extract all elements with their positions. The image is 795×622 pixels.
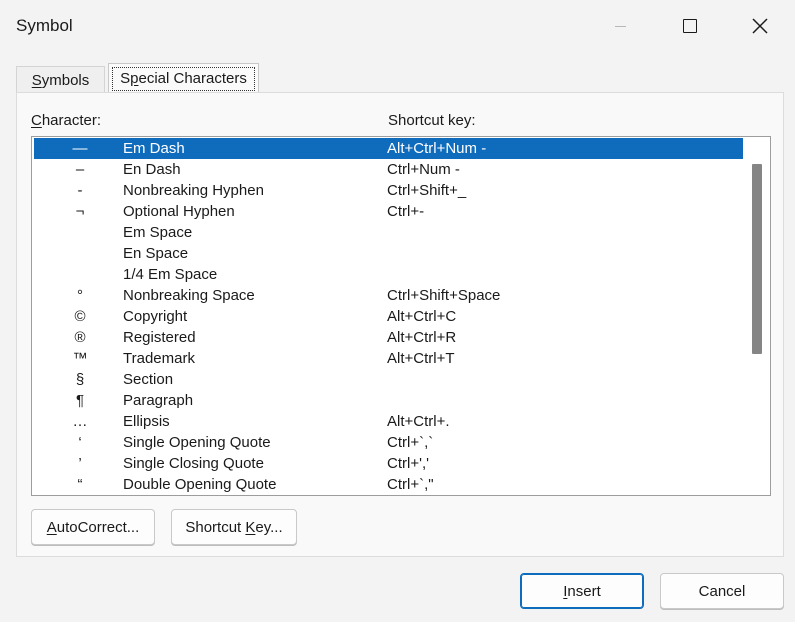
character-glyph: ¶ <box>75 392 85 409</box>
insert-button[interactable]: Insert <box>520 573 644 609</box>
minimize-icon <box>614 25 626 27</box>
shortcut-key: Ctrl+`,` <box>387 434 434 451</box>
shortcut-key: Alt+Ctrl+T <box>387 350 455 367</box>
window-title: Symbol <box>16 16 73 35</box>
shortcut-key-header: Shortcut key: <box>388 112 476 129</box>
character-glyph: ® <box>74 329 86 346</box>
character-name: Em Dash <box>123 140 185 157</box>
character-glyph: ‘ <box>78 434 82 451</box>
minimize-button[interactable] <box>585 0 655 52</box>
character-glyph: … <box>72 413 88 430</box>
title-bar: Symbol <box>0 0 795 52</box>
character-name: Nonbreaking Space <box>123 287 255 304</box>
character-name: Single Closing Quote <box>123 455 264 472</box>
character-header: Character: <box>31 112 102 129</box>
shortcut-key-button[interactable]: Shortcut Key... <box>171 509 297 545</box>
scrollbar-thumb[interactable] <box>752 164 762 354</box>
character-glyph: ¬ <box>75 203 85 220</box>
character-glyph: ™ <box>72 350 88 367</box>
shortcut-key: Ctrl+Shift+Space <box>387 287 501 304</box>
shortcut-key: Alt+Ctrl+Num - <box>387 140 487 157</box>
list-item[interactable]: § Section <box>34 369 743 390</box>
list-item[interactable]: Em Space <box>34 222 743 243</box>
character-name: Section <box>123 371 174 388</box>
maximize-icon <box>683 19 697 33</box>
insert-label: Insert <box>563 582 601 600</box>
character-name: Registered <box>123 329 196 346</box>
character-glyph: – <box>75 161 85 178</box>
tab-special-characters[interactable]: Special Characters <box>108 63 259 93</box>
list-item[interactable]: En Space <box>34 243 743 264</box>
shortcut-key: Alt+Ctrl+C <box>387 308 457 325</box>
character-name: En Dash <box>123 161 181 178</box>
character-glyph: ‑ <box>77 182 83 199</box>
shortcut-key-label: Shortcut Key... <box>185 518 283 536</box>
shortcut-key: Ctrl+- <box>387 203 425 220</box>
special-characters-panel: Character: Shortcut key: — Em Dash Alt+Ctr… <box>16 92 784 557</box>
character-name: Nonbreaking Hyphen <box>123 182 264 199</box>
focus-ring <box>112 67 255 91</box>
list-item[interactable]: ‑ Nonbreaking Hyphen Ctrl+Shift+_ <box>34 180 743 201</box>
character-glyph: “ <box>77 476 83 493</box>
list-item[interactable]: © Copyright Alt+Ctrl+C <box>34 306 743 327</box>
autocorrect-label: AutoCorrect... <box>46 518 140 536</box>
character-name: En Space <box>123 245 189 262</box>
character-name: Copyright <box>123 308 188 325</box>
shortcut-key: Alt+Ctrl+. <box>387 413 450 430</box>
list-item[interactable]: ¬ Optional Hyphen Ctrl+- <box>34 201 743 222</box>
list-item[interactable]: ¶ Paragraph <box>34 390 743 411</box>
character-name: Double Opening Quote <box>123 476 277 493</box>
character-name: 1/4 Em Space <box>123 266 218 283</box>
list-item[interactable]: ° Nonbreaking Space Ctrl+Shift+Space <box>34 285 743 306</box>
shortcut-key: Ctrl+',' <box>387 455 429 472</box>
character-glyph: © <box>74 308 86 325</box>
character-name: Optional Hyphen <box>123 203 235 220</box>
tab-symbols-label: Symbols <box>31 71 90 89</box>
character-glyph: § <box>75 371 85 388</box>
character-name: Ellipsis <box>123 413 170 430</box>
character-name: Paragraph <box>123 392 194 409</box>
shortcut-key: Alt+Ctrl+R <box>387 329 457 346</box>
list-item[interactable]: ‘ Single Opening Quote Ctrl+`,` <box>34 432 743 453</box>
special-characters-list[interactable]: — Em Dash Alt+Ctrl+Num - – En Dash Ctrl+Num -… <box>31 136 771 496</box>
shortcut-key: Ctrl+Shift+_ <box>387 182 467 199</box>
shortcut-key: Ctrl+Num - <box>387 161 460 178</box>
character-glyph: ’ <box>78 455 82 472</box>
shortcut-key: Ctrl+`," <box>387 476 434 493</box>
list-item[interactable]: … Ellipsis Alt+Ctrl+. <box>34 411 743 432</box>
close-button[interactable] <box>725 0 795 52</box>
maximize-button[interactable] <box>655 0 725 52</box>
list-item[interactable]: ™ Trademark Alt+Ctrl+T <box>34 348 743 369</box>
list-item[interactable]: 1/4 Em Space <box>34 264 743 285</box>
list-item[interactable]: — Em Dash Alt+Ctrl+Num - <box>34 138 743 159</box>
character-glyph: ° <box>77 287 83 304</box>
character-name: Em Space <box>123 224 193 241</box>
character-name: Single Opening Quote <box>123 434 271 451</box>
autocorrect-button[interactable]: AutoCorrect... <box>31 509 155 545</box>
list-item[interactable]: ’ Single Closing Quote Ctrl+',' <box>34 453 743 474</box>
character-glyph: — <box>72 140 88 157</box>
list-item[interactable]: “ Double Opening Quote Ctrl+`," <box>34 474 743 495</box>
cancel-button[interactable]: Cancel <box>660 573 784 609</box>
close-icon <box>752 18 768 34</box>
tab-symbols[interactable]: Symbols <box>16 66 105 93</box>
vertical-scrollbar[interactable] <box>748 137 770 495</box>
character-name: Trademark <box>123 350 195 367</box>
list-item[interactable]: ® Registered Alt+Ctrl+R <box>34 327 743 348</box>
list-item[interactable]: – En Dash Ctrl+Num - <box>34 159 743 180</box>
